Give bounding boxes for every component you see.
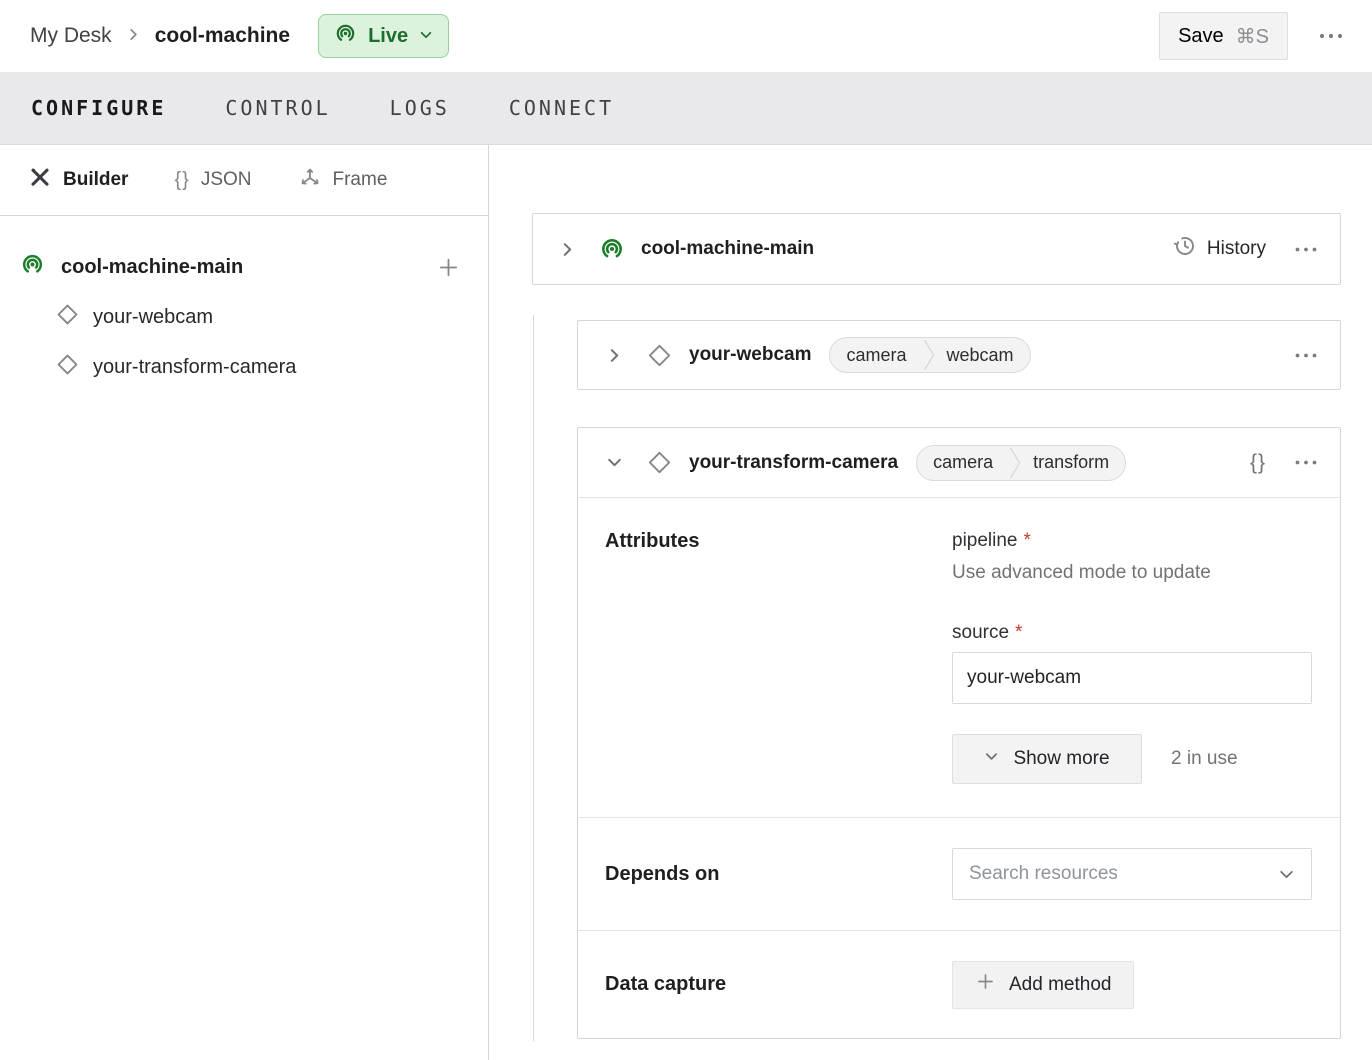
breadcrumb: My Desk cool-machine <box>30 24 290 48</box>
machine-live-icon <box>20 252 45 283</box>
badge-divider <box>1009 446 1021 480</box>
badge-model: webcam <box>935 345 1030 366</box>
show-more-button[interactable]: Show more <box>952 734 1142 784</box>
attributes-section: Attributes pipeline* Use advanced mode t… <box>578 498 1340 817</box>
machine-part-title: cool-machine-main <box>641 238 814 260</box>
mode-tab-label: Builder <box>63 169 128 191</box>
resource-title: your-transform-camera <box>689 452 898 474</box>
tab-configure[interactable]: CONFIGURE <box>31 96 166 120</box>
source-field-label: source* <box>952 622 1312 644</box>
card-overflow-menu-button[interactable] <box>1294 352 1318 359</box>
resource-type-badge: camera transform <box>916 445 1126 481</box>
source-input[interactable] <box>952 652 1312 704</box>
badge-model: transform <box>1021 452 1125 473</box>
save-label: Save <box>1178 25 1224 48</box>
mode-tab-builder[interactable]: Builder <box>28 165 128 195</box>
plus-icon <box>975 971 996 998</box>
editor-mode-tabs: Builder {} JSON Frame <box>0 145 488 216</box>
mode-tab-label: JSON <box>201 169 252 191</box>
expand-chevron-right-icon[interactable] <box>604 347 624 364</box>
tree-item-your-webcam[interactable]: your-webcam <box>0 292 488 342</box>
mode-tab-frame[interactable]: Frame <box>298 165 388 195</box>
card-overflow-menu-button[interactable] <box>1294 246 1318 253</box>
tab-connect[interactable]: CONNECT <box>509 96 614 120</box>
card-overflow-menu-button[interactable] <box>1294 459 1318 466</box>
show-more-label: Show more <box>1013 748 1109 770</box>
header-overflow-menu-button[interactable] <box>1318 32 1344 40</box>
tab-logs[interactable]: LOGS <box>390 96 450 120</box>
badge-type: camera <box>917 452 1009 473</box>
pipeline-field-note: Use advanced mode to update <box>952 562 1312 584</box>
your-transform-camera-card: your-transform-camera camera transform {… <box>577 427 1341 1039</box>
config-main-panel: cool-machine-main History <box>489 145 1372 1060</box>
advanced-json-toggle-button[interactable]: {} <box>1250 451 1266 475</box>
tab-control[interactable]: CONTROL <box>225 96 330 120</box>
braces-icon: {} <box>174 169 189 192</box>
chevron-down-icon <box>419 25 433 48</box>
resource-tree: cool-machine-main your-webcam your-trans… <box>0 216 488 392</box>
breadcrumb-chevron-icon <box>126 24 141 48</box>
chevron-down-icon <box>984 748 999 770</box>
pipeline-field-label: pipeline* <box>952 530 1312 552</box>
machine-name: cool-machine <box>155 24 290 48</box>
data-capture-section: Data capture Add method <box>578 930 1340 1038</box>
depends-on-select[interactable]: Search resources <box>952 848 1312 900</box>
save-shortcut: ⌘S <box>1236 24 1269 49</box>
save-button[interactable]: Save ⌘S <box>1159 12 1288 60</box>
depends-on-section: Depends on Search resources <box>578 817 1340 930</box>
add-resource-button[interactable] <box>437 256 460 279</box>
history-clock-icon <box>1173 234 1197 264</box>
add-method-button[interactable]: Add method <box>952 961 1134 1009</box>
depends-on-placeholder: Search resources <box>969 863 1118 885</box>
collapse-chevron-down-icon[interactable] <box>604 454 624 471</box>
chevron-down-icon <box>1278 866 1295 883</box>
machine-live-icon <box>599 236 625 262</box>
resource-type-badge: camera webcam <box>829 337 1030 373</box>
component-diamond-icon <box>55 302 80 333</box>
live-broadcast-icon <box>334 22 357 51</box>
your-webcam-card: your-webcam camera webcam <box>577 320 1341 390</box>
history-label: History <box>1207 238 1266 260</box>
depends-on-heading: Depends on <box>605 863 952 886</box>
component-diamond-icon <box>646 342 673 369</box>
tree-item-label: cool-machine-main <box>61 256 243 279</box>
attributes-heading: Attributes <box>605 530 952 784</box>
tree-item-your-transform-camera[interactable]: your-transform-camera <box>0 342 488 392</box>
badge-type: camera <box>830 345 922 366</box>
mode-tab-label: Frame <box>333 169 388 191</box>
live-status-dropdown[interactable]: Live <box>318 14 449 58</box>
transform-card-header: your-transform-camera camera transform {… <box>578 428 1340 498</box>
resource-title: your-webcam <box>689 344 811 366</box>
add-method-label: Add method <box>1009 974 1111 996</box>
attributes-usage-count: 2 in use <box>1171 748 1238 770</box>
machine-part-card: cool-machine-main History <box>532 213 1341 285</box>
live-label: Live <box>368 25 408 48</box>
tree-item-machine-part[interactable]: cool-machine-main <box>0 242 488 292</box>
badge-divider <box>923 338 935 372</box>
history-button[interactable]: History <box>1173 234 1266 264</box>
component-diamond-icon <box>55 352 80 383</box>
app-header: My Desk cool-machine Live Save ⌘S <box>0 0 1372 72</box>
config-sidebar: Builder {} JSON Frame <box>0 145 489 1060</box>
mode-tab-json[interactable]: {} JSON <box>174 169 251 192</box>
frame-axes-icon <box>298 165 322 195</box>
tree-item-label: your-webcam <box>93 306 213 329</box>
tree-item-label: your-transform-camera <box>93 356 296 379</box>
breadcrumb-parent-link[interactable]: My Desk <box>30 24 112 48</box>
component-diamond-icon <box>646 449 673 476</box>
nav-tabbar: CONFIGURE CONTROL LOGS CONNECT <box>0 72 1372 145</box>
data-capture-heading: Data capture <box>605 973 952 996</box>
tools-icon <box>28 165 52 195</box>
tree-connector-line <box>533 315 534 1041</box>
required-asterisk: * <box>1015 622 1022 643</box>
required-asterisk: * <box>1024 530 1031 551</box>
expand-chevron-right-icon[interactable] <box>557 241 577 258</box>
